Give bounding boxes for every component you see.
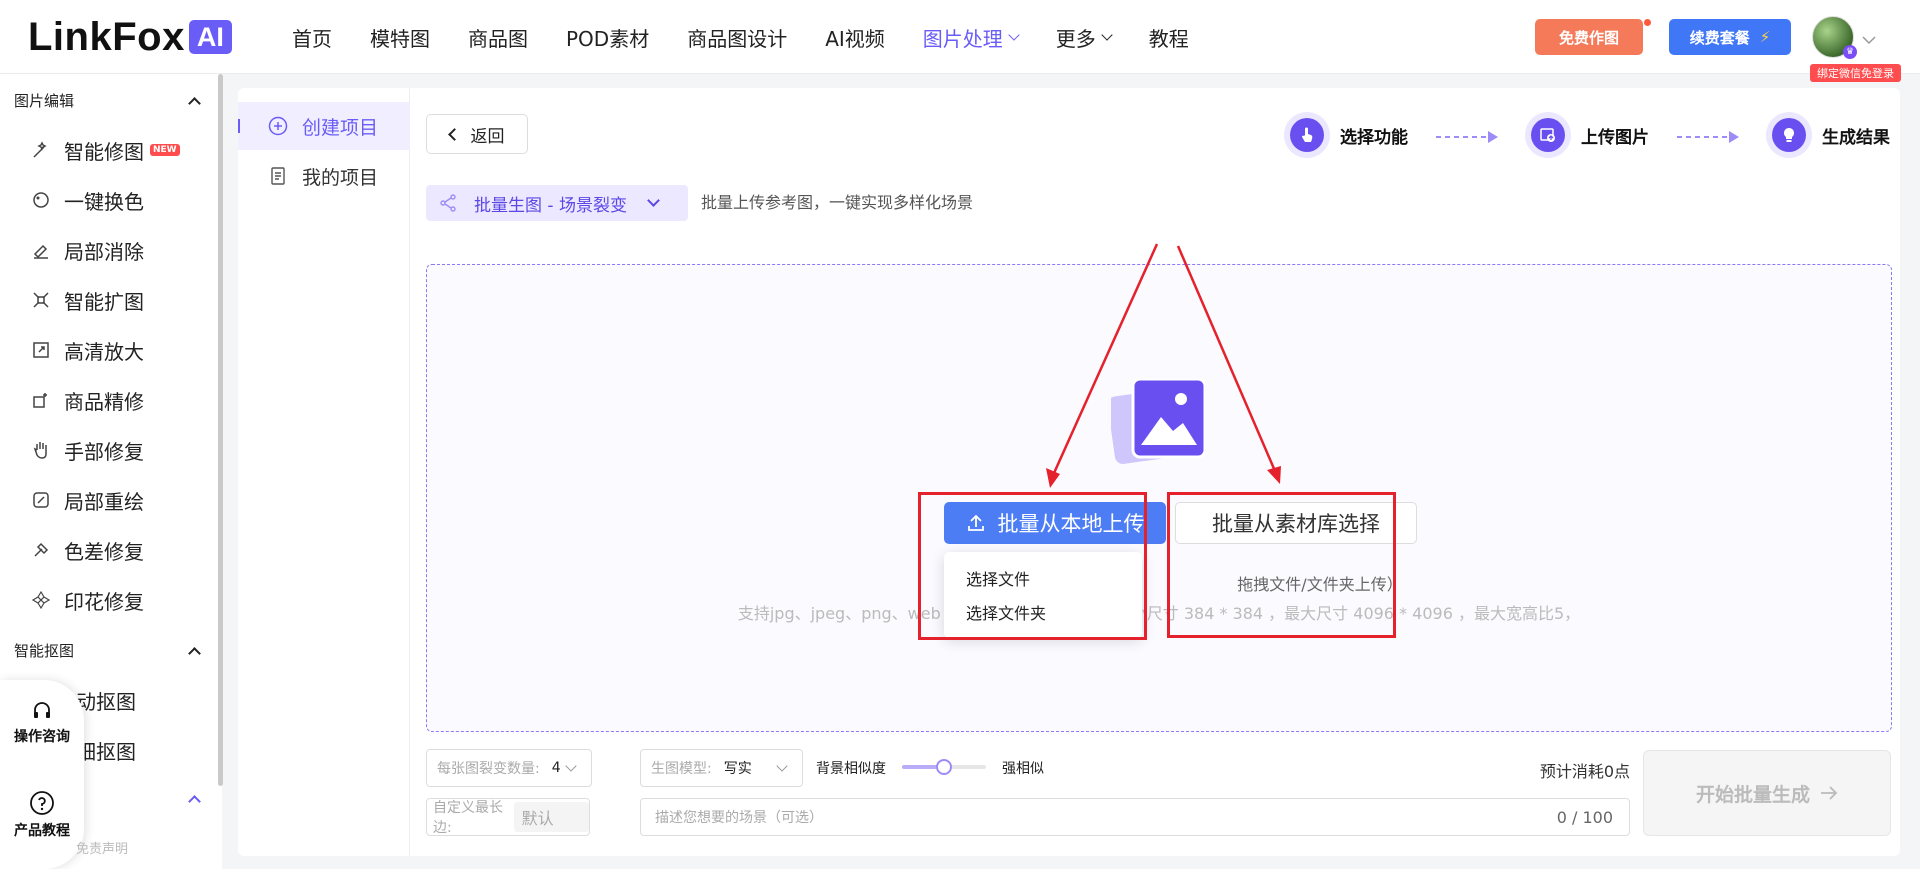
- annotation-arrows: [1046, 243, 1281, 488]
- annotation-box-library: [1167, 492, 1396, 638]
- annotation-box-local: [918, 492, 1147, 640]
